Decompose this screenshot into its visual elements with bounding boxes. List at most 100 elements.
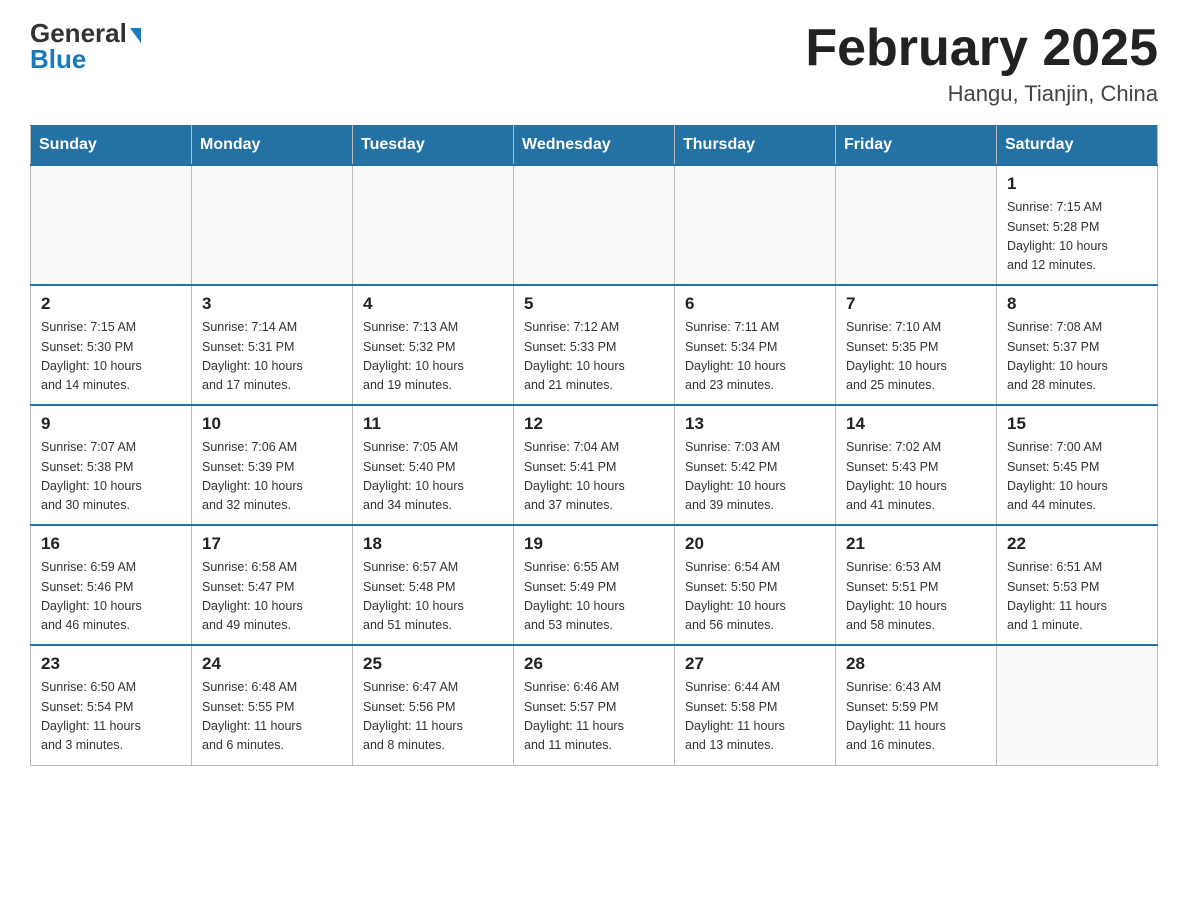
day-number: 23 [41,654,181,674]
day-info: Sunrise: 7:08 AM Sunset: 5:37 PM Dayligh… [1007,318,1147,396]
day-number: 11 [363,414,503,434]
calendar-cell [353,165,514,285]
title-block: February 2025 Hangu, Tianjin, China [805,20,1158,107]
day-number: 28 [846,654,986,674]
day-info: Sunrise: 7:10 AM Sunset: 5:35 PM Dayligh… [846,318,986,396]
day-number: 14 [846,414,986,434]
calendar-cell [997,645,1158,765]
day-number: 16 [41,534,181,554]
calendar-cell: 25 Sunrise: 6:47 AM Sunset: 5:56 PM Dayli… [353,645,514,765]
page-header: General Blue February 2025 Hangu, Tianji… [30,20,1158,107]
day-info: Sunrise: 7:14 AM Sunset: 5:31 PM Dayligh… [202,318,342,396]
calendar-cell: 19 Sunrise: 6:55 AM Sunset: 5:49 PM Dayli… [514,525,675,645]
day-info: Sunrise: 7:06 AM Sunset: 5:39 PM Dayligh… [202,438,342,516]
day-info: Sunrise: 6:46 AM Sunset: 5:57 PM Dayligh… [524,678,664,756]
day-info: Sunrise: 7:12 AM Sunset: 5:33 PM Dayligh… [524,318,664,396]
day-info: Sunrise: 7:15 AM Sunset: 5:28 PM Dayligh… [1007,198,1147,276]
weekday-header-row: SundayMondayTuesdayWednesdayThursdayFrid… [31,126,1158,166]
calendar-cell: 21Sunrise: 6:53 AM Sunset: 5:51 PM Dayli… [836,525,997,645]
week-row-3: 9 Sunrise: 7:07 AM Sunset: 5:38 PM Daylig… [31,405,1158,525]
calendar-cell: 27 Sunrise: 6:44 AM Sunset: 5:58 PM Dayli… [675,645,836,765]
logo-text-line2: Blue [30,44,86,75]
calendar-cell: 3 Sunrise: 7:14 AM Sunset: 5:31 PM Daylig… [192,285,353,405]
day-number: 22 [1007,534,1147,554]
day-info: Sunrise: 7:15 AM Sunset: 5:30 PM Dayligh… [41,318,181,396]
calendar-cell: 7 Sunrise: 7:10 AM Sunset: 5:35 PM Daylig… [836,285,997,405]
day-number: 18 [363,534,503,554]
day-info: Sunrise: 7:03 AM Sunset: 5:42 PM Dayligh… [685,438,825,516]
weekday-header-friday: Friday [836,126,997,166]
calendar-cell: 18Sunrise: 6:57 AM Sunset: 5:48 PM Dayli… [353,525,514,645]
day-number: 9 [41,414,181,434]
day-info: Sunrise: 6:59 AM Sunset: 5:46 PM Dayligh… [41,558,181,636]
calendar-cell: 11 Sunrise: 7:05 AM Sunset: 5:40 PM Dayli… [353,405,514,525]
day-number: 19 [524,534,664,554]
week-row-1: 1 Sunrise: 7:15 AM Sunset: 5:28 PM Daylig… [31,165,1158,285]
day-info: Sunrise: 7:05 AM Sunset: 5:40 PM Dayligh… [363,438,503,516]
weekday-header-thursday: Thursday [675,126,836,166]
month-title: February 2025 [805,20,1158,77]
day-info: Sunrise: 7:07 AM Sunset: 5:38 PM Dayligh… [41,438,181,516]
week-row-2: 2Sunrise: 7:15 AM Sunset: 5:30 PM Daylig… [31,285,1158,405]
calendar-cell: 13 Sunrise: 7:03 AM Sunset: 5:42 PM Dayli… [675,405,836,525]
day-info: Sunrise: 7:02 AM Sunset: 5:43 PM Dayligh… [846,438,986,516]
day-info: Sunrise: 7:13 AM Sunset: 5:32 PM Dayligh… [363,318,503,396]
day-info: Sunrise: 6:47 AM Sunset: 5:56 PM Dayligh… [363,678,503,756]
weekday-header-saturday: Saturday [997,126,1158,166]
calendar-cell: 5 Sunrise: 7:12 AM Sunset: 5:33 PM Daylig… [514,285,675,405]
day-info: Sunrise: 6:44 AM Sunset: 5:58 PM Dayligh… [685,678,825,756]
calendar-cell: 12 Sunrise: 7:04 AM Sunset: 5:41 PM Dayli… [514,405,675,525]
day-info: Sunrise: 7:00 AM Sunset: 5:45 PM Dayligh… [1007,438,1147,516]
calendar-cell: 17 Sunrise: 6:58 AM Sunset: 5:47 PM Dayli… [192,525,353,645]
calendar-cell: 1 Sunrise: 7:15 AM Sunset: 5:28 PM Daylig… [997,165,1158,285]
calendar-cell: 22Sunrise: 6:51 AM Sunset: 5:53 PM Dayli… [997,525,1158,645]
day-info: Sunrise: 6:50 AM Sunset: 5:54 PM Dayligh… [41,678,181,756]
day-number: 27 [685,654,825,674]
calendar-cell: 26 Sunrise: 6:46 AM Sunset: 5:57 PM Dayli… [514,645,675,765]
day-number: 5 [524,294,664,314]
day-info: Sunrise: 6:48 AM Sunset: 5:55 PM Dayligh… [202,678,342,756]
calendar-cell: 6 Sunrise: 7:11 AM Sunset: 5:34 PM Daylig… [675,285,836,405]
day-number: 1 [1007,174,1147,194]
day-number: 4 [363,294,503,314]
calendar-cell: 15 Sunrise: 7:00 AM Sunset: 5:45 PM Dayli… [997,405,1158,525]
calendar-cell: 28Sunrise: 6:43 AM Sunset: 5:59 PM Dayli… [836,645,997,765]
day-number: 6 [685,294,825,314]
day-number: 3 [202,294,342,314]
location-title: Hangu, Tianjin, China [805,81,1158,107]
day-number: 26 [524,654,664,674]
logo: General Blue [30,20,141,75]
day-info: Sunrise: 6:54 AM Sunset: 5:50 PM Dayligh… [685,558,825,636]
day-number: 8 [1007,294,1147,314]
day-number: 17 [202,534,342,554]
day-info: Sunrise: 7:04 AM Sunset: 5:41 PM Dayligh… [524,438,664,516]
weekday-header-wednesday: Wednesday [514,126,675,166]
week-row-5: 23 Sunrise: 6:50 AM Sunset: 5:54 PM Dayli… [31,645,1158,765]
calendar-cell: 10 Sunrise: 7:06 AM Sunset: 5:39 PM Dayli… [192,405,353,525]
calendar-cell: 9 Sunrise: 7:07 AM Sunset: 5:38 PM Daylig… [31,405,192,525]
calendar-cell [675,165,836,285]
day-info: Sunrise: 7:11 AM Sunset: 5:34 PM Dayligh… [685,318,825,396]
weekday-header-monday: Monday [192,126,353,166]
calendar-cell [192,165,353,285]
weekday-header-tuesday: Tuesday [353,126,514,166]
calendar-table: SundayMondayTuesdayWednesdayThursdayFrid… [30,125,1158,766]
day-info: Sunrise: 6:58 AM Sunset: 5:47 PM Dayligh… [202,558,342,636]
calendar-cell: 23 Sunrise: 6:50 AM Sunset: 5:54 PM Dayli… [31,645,192,765]
day-number: 13 [685,414,825,434]
logo-text-line1: General [30,20,141,46]
calendar-cell: 24 Sunrise: 6:48 AM Sunset: 5:55 PM Dayli… [192,645,353,765]
calendar-cell: 8 Sunrise: 7:08 AM Sunset: 5:37 PM Daylig… [997,285,1158,405]
day-number: 24 [202,654,342,674]
calendar-cell: 16 Sunrise: 6:59 AM Sunset: 5:46 PM Dayli… [31,525,192,645]
calendar-cell: 20 Sunrise: 6:54 AM Sunset: 5:50 PM Dayli… [675,525,836,645]
day-number: 15 [1007,414,1147,434]
day-number: 7 [846,294,986,314]
calendar-cell: 4 Sunrise: 7:13 AM Sunset: 5:32 PM Daylig… [353,285,514,405]
day-number: 12 [524,414,664,434]
day-number: 25 [363,654,503,674]
day-number: 10 [202,414,342,434]
day-info: Sunrise: 6:55 AM Sunset: 5:49 PM Dayligh… [524,558,664,636]
day-info: Sunrise: 6:53 AM Sunset: 5:51 PM Dayligh… [846,558,986,636]
day-number: 20 [685,534,825,554]
